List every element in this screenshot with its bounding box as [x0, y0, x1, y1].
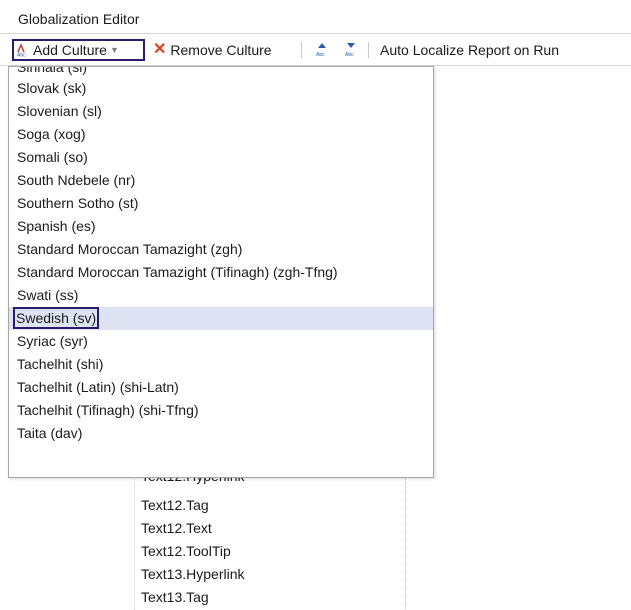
svg-text:Abc: Abc	[345, 52, 354, 58]
list-item[interactable]: Text12.Text	[141, 520, 212, 536]
auto-localize-toggle[interactable]: Auto Localize Report on Run	[380, 39, 559, 61]
dropdown-item[interactable]: Syriac (syr)	[9, 330, 433, 353]
sort-ascending-button[interactable]: Abc	[314, 42, 330, 58]
close-icon: ✕	[153, 41, 167, 58]
culture-dropdown[interactable]: Sinhala (si) Slovak (sk) Slovenian (sl) …	[8, 66, 434, 478]
auto-localize-label: Auto Localize Report on Run	[380, 42, 559, 58]
dropdown-item[interactable]: Slovenian (sl)	[9, 100, 433, 123]
dropdown-item[interactable]: Slovak (sk)	[9, 77, 433, 100]
sort-descending-icon: Abc	[345, 43, 355, 58]
dropdown-item[interactable]: Somali (so)	[9, 146, 433, 169]
dropdown-item[interactable]: Tachelhit (shi)	[9, 353, 433, 376]
dropdown-item[interactable]: South Ndebele (nr)	[9, 169, 433, 192]
window-title: Globalization Editor	[18, 11, 140, 27]
dropdown-item[interactable]: Standard Moroccan Tamazight (Tifinagh) (…	[9, 261, 433, 284]
toolbar: Abc Add Culture ▼ ✕ Remove Culture Abc A…	[0, 34, 631, 66]
remove-culture-label: Remove Culture	[170, 42, 272, 58]
toolbar-separator	[301, 42, 302, 58]
toolbar-separator	[368, 42, 369, 58]
dropdown-item[interactable]: Southern Sotho (st)	[9, 192, 433, 215]
abc-icon: Abc	[16, 43, 30, 59]
list-item[interactable]: Text12.Tag	[141, 497, 209, 513]
dropdown-item[interactable]: Swati (ss)	[9, 284, 433, 307]
window-title-bar: Globalization Editor	[0, 0, 631, 34]
dropdown-item-selected[interactable]: Swedish (sv)	[9, 307, 433, 330]
list-item[interactable]: Text13.Tag	[141, 589, 209, 605]
svg-text:Abc: Abc	[17, 53, 26, 58]
remove-culture-button[interactable]: ✕ Remove Culture	[151, 39, 294, 61]
add-culture-label: Add Culture	[33, 42, 107, 58]
add-culture-button[interactable]: Abc Add Culture ▼	[12, 39, 145, 61]
sort-descending-button[interactable]: Abc	[343, 42, 359, 58]
dropdown-item[interactable]: Taita (dav)	[9, 422, 433, 445]
dropdown-item[interactable]: Tachelhit (Latin) (shi-Latn)	[9, 376, 433, 399]
dropdown-item[interactable]: Tachelhit (Tifinagh) (shi-Tfng)	[9, 399, 433, 422]
dropdown-item[interactable]: Standard Moroccan Tamazight (zgh)	[9, 238, 433, 261]
selected-item-label: Swedish (sv)	[13, 307, 100, 329]
sort-ascending-icon: Abc	[316, 43, 326, 58]
svg-text:Abc: Abc	[316, 52, 325, 58]
list-item[interactable]: Text12.ToolTip	[141, 543, 231, 559]
dropdown-item[interactable]: Spanish (es)	[9, 215, 433, 238]
list-item[interactable]: Text13.Hyperlink	[141, 566, 245, 582]
dropdown-item[interactable]: Soga (xog)	[9, 123, 433, 146]
chevron-down-icon: ▼	[109, 45, 119, 55]
